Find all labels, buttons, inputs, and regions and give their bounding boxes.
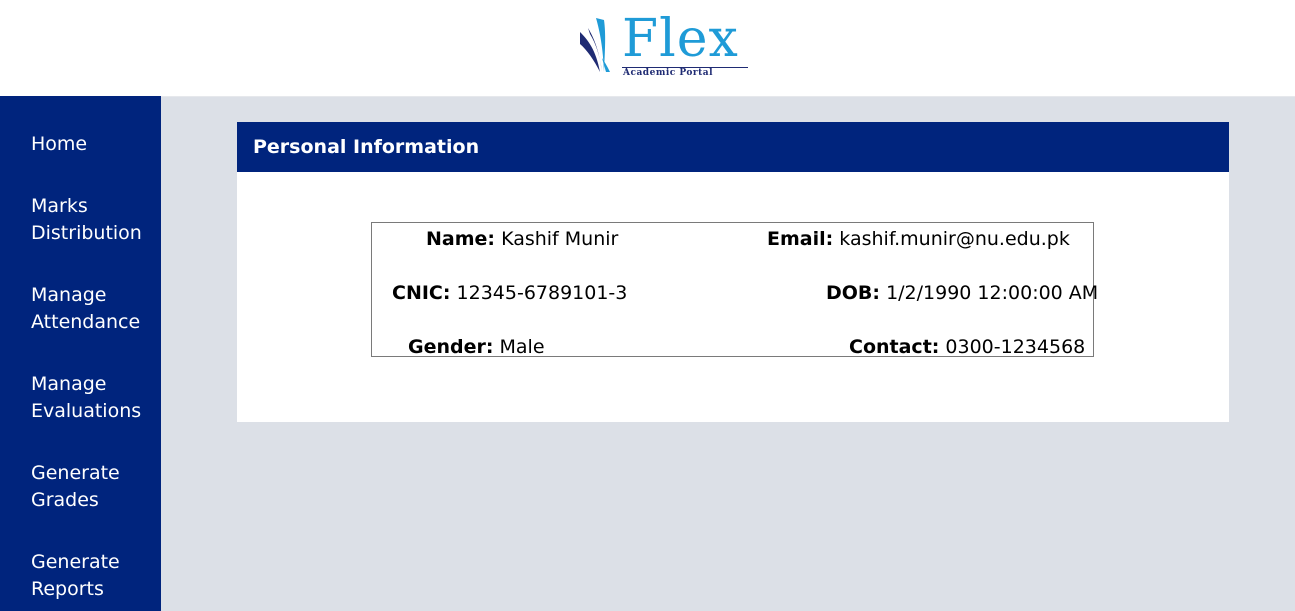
cnic-field: CNIC: 12345-6789101-3 bbox=[392, 278, 627, 308]
sidebar-item-label: Manage bbox=[31, 373, 107, 395]
sidebar-item-label: Reports bbox=[31, 578, 104, 600]
top-header: Flex Academic Portal bbox=[0, 0, 1295, 97]
email-value: kashif.munir@nu.edu.pk bbox=[839, 228, 1070, 250]
logo-subtitle: Academic Portal bbox=[623, 68, 714, 78]
personal-info-table: Name: Kashif Munir Email: kashif.munir@n… bbox=[371, 222, 1098, 358]
sidebar-item-generate-grades[interactable]: Generate Grades bbox=[31, 460, 156, 514]
sidebar-item-label: Home bbox=[31, 133, 88, 155]
sidebar-item-label: Marks bbox=[31, 195, 88, 217]
gender-value: Male bbox=[499, 336, 545, 358]
sidebar-item-label: Grades bbox=[31, 489, 99, 511]
sidebar-item-generate-reports[interactable]: Generate Reports bbox=[31, 549, 156, 603]
logo-word: Flex bbox=[622, 9, 739, 69]
name-value: Kashif Munir bbox=[501, 228, 619, 250]
sidebar-item-label: Attendance bbox=[31, 311, 141, 333]
panel-title: Personal Information bbox=[237, 122, 1229, 172]
contact-field: Contact: 0300-1234568 bbox=[849, 332, 1085, 362]
dob-label: DOB: bbox=[826, 282, 881, 304]
gender-label: Gender: bbox=[408, 336, 494, 358]
sidebar: Home Marks Distribution Manage Attendanc… bbox=[0, 96, 161, 611]
email-field: Email: kashif.munir@nu.edu.pk bbox=[767, 224, 1070, 254]
book-pages-icon bbox=[580, 18, 610, 72]
personal-information-panel: Personal Information Name: Kashif Munir … bbox=[237, 122, 1229, 422]
sidebar-item-label: Generate bbox=[31, 551, 120, 573]
dob-field: DOB: 1/2/1990 12:00:00 AM bbox=[826, 278, 1098, 308]
sidebar-item-manage-attendance[interactable]: Manage Attendance bbox=[31, 282, 156, 336]
sidebar-item-label: Generate bbox=[31, 462, 120, 484]
cnic-label: CNIC: bbox=[392, 282, 451, 304]
sidebar-item-label: Manage bbox=[31, 284, 107, 306]
sidebar-item-marks-distribution[interactable]: Marks Distribution bbox=[31, 193, 156, 247]
email-label: Email: bbox=[767, 228, 834, 250]
sidebar-item-label: Distribution bbox=[31, 222, 142, 244]
contact-label: Contact: bbox=[849, 336, 940, 358]
gender-field: Gender: Male bbox=[408, 332, 545, 362]
name-label: Name: bbox=[426, 228, 496, 250]
dob-value: 1/2/1990 12:00:00 AM bbox=[886, 282, 1099, 304]
flex-logo[interactable]: Flex Academic Portal bbox=[578, 9, 753, 82]
contact-value: 0300-1234568 bbox=[945, 336, 1086, 358]
name-field: Name: Kashif Munir bbox=[426, 224, 618, 254]
sidebar-item-home[interactable]: Home bbox=[31, 131, 156, 158]
cnic-value: 12345-6789101-3 bbox=[456, 282, 628, 304]
sidebar-item-manage-evaluations[interactable]: Manage Evaluations bbox=[31, 371, 156, 425]
sidebar-item-label: Evaluations bbox=[31, 400, 142, 422]
